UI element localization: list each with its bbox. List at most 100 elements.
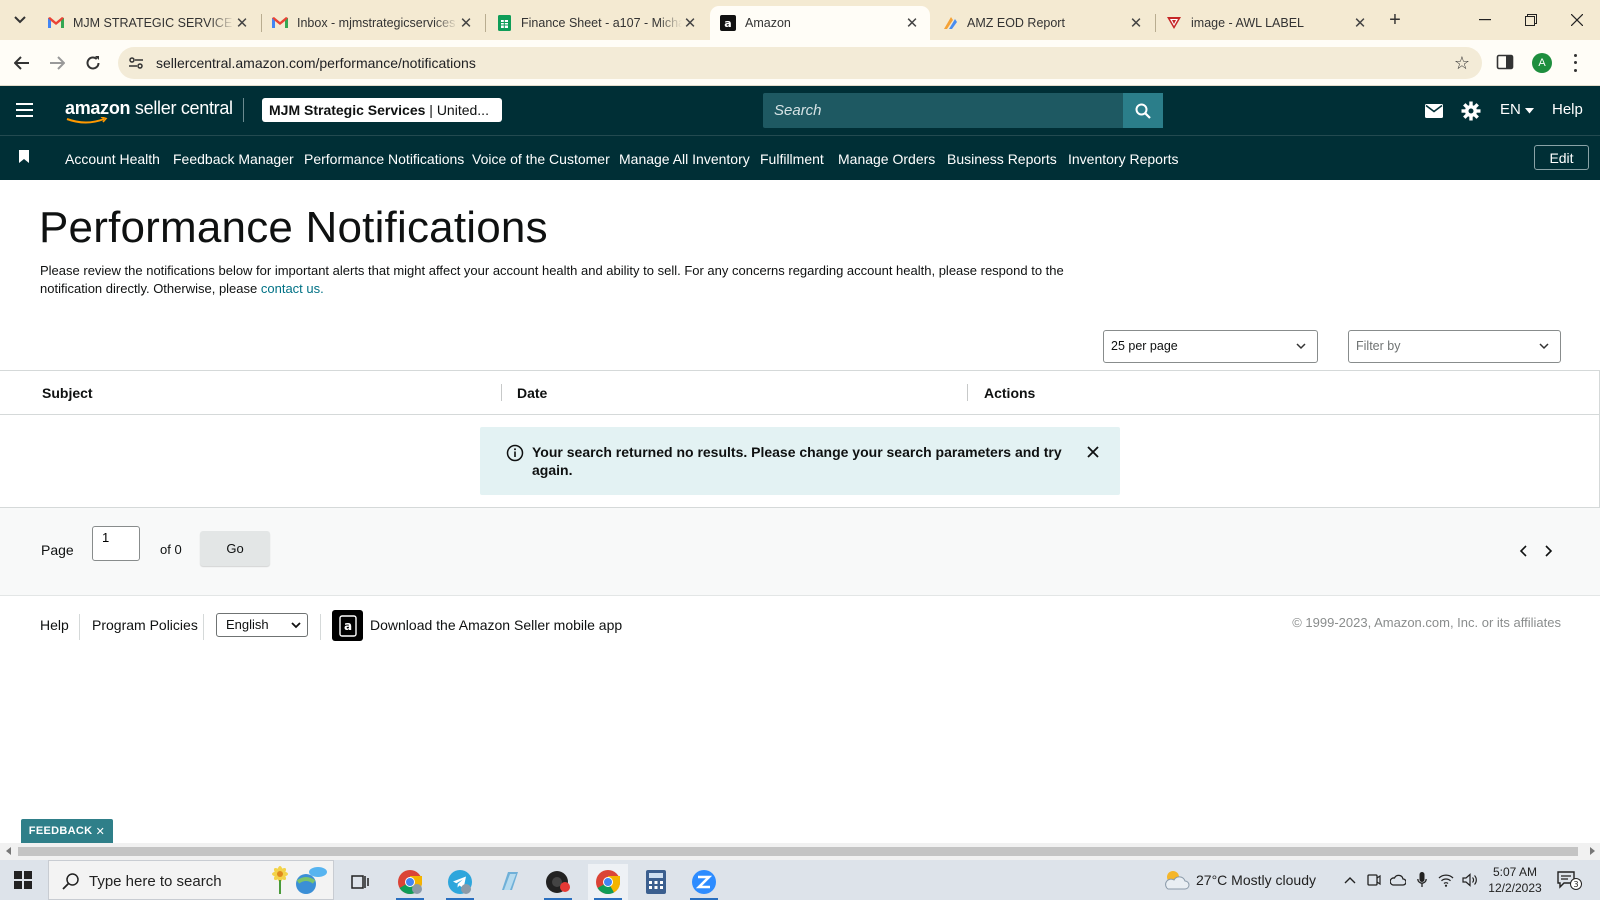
notification-count: 3	[1573, 880, 1578, 889]
browser-tab[interactable]: Inbox - mjmstrategicservices ✕	[262, 6, 484, 40]
reload-icon[interactable]	[80, 50, 106, 76]
nav-voice-of-the-customer[interactable]: Voice of the Customer	[472, 151, 610, 167]
footer-help-link[interactable]: Help	[40, 617, 69, 633]
edit-bookmarks-button[interactable]: Edit	[1534, 145, 1589, 170]
browser-tab[interactable]: AMZ EOD Report ✕	[932, 6, 1154, 40]
nav-business-reports[interactable]: Business Reports	[947, 151, 1057, 167]
restore-icon[interactable]	[1508, 8, 1554, 32]
close-icon[interactable]: ✕	[234, 15, 250, 32]
close-icon[interactable]: ✕	[682, 15, 698, 32]
tab-search-chevron-icon[interactable]	[8, 8, 32, 32]
header-search-input[interactable]	[763, 93, 1123, 128]
nav-manage-orders[interactable]: Manage Orders	[838, 151, 935, 167]
download-app-link[interactable]: Download the Amazon Seller mobile app	[370, 617, 622, 633]
language-label: EN	[1500, 101, 1521, 118]
chrome-icon[interactable]	[390, 864, 430, 900]
back-arrow-icon[interactable]	[9, 50, 35, 76]
filter-by-select[interactable]: Filter by	[1348, 330, 1561, 363]
address-bar[interactable]: sellercentral.amazon.com/performance/not…	[118, 47, 1482, 79]
close-icon[interactable]: ✕	[458, 15, 474, 32]
close-icon[interactable]: ✕	[96, 825, 106, 838]
account-region: | United...	[425, 102, 489, 118]
contact-us-link[interactable]: contact us.	[261, 281, 324, 296]
wifi-icon[interactable]	[1438, 872, 1454, 888]
browser-tab[interactable]: Finance Sheet - a107 - Michael ✕	[486, 6, 708, 40]
chrome-active-icon[interactable]	[588, 864, 628, 900]
cloud-sync-icon[interactable]	[1390, 872, 1406, 888]
recorder-icon[interactable]	[538, 864, 578, 900]
footer-divider	[320, 614, 321, 640]
forward-arrow-icon[interactable]	[44, 50, 70, 76]
column-divider	[967, 384, 968, 401]
microphone-icon[interactable]	[1414, 872, 1430, 888]
copyright-text: © 1999-2023, Amazon.com, Inc. or its aff…	[1292, 615, 1561, 630]
volume-icon[interactable]	[1462, 872, 1478, 888]
notifications-icon[interactable]: 3	[1556, 870, 1582, 890]
nav-fulfillment[interactable]: Fulfillment	[760, 151, 824, 167]
scrollbar-thumb[interactable]	[18, 847, 1578, 856]
browser-tab-strip: MJM STRATEGIC SERVICES has ✕ Inbox - mjm…	[0, 0, 1600, 40]
telegram-icon[interactable]	[440, 864, 480, 900]
chevron-right-icon[interactable]	[1541, 544, 1555, 558]
scroll-left-icon[interactable]	[5, 847, 13, 855]
search-icon[interactable]	[1123, 93, 1163, 128]
amazon-app-icon[interactable]: a	[332, 610, 363, 641]
horizontal-scrollbar[interactable]	[0, 843, 1600, 860]
scroll-right-icon[interactable]	[1588, 847, 1596, 855]
footer-language-select[interactable]: English	[216, 613, 308, 637]
cloudy-weather-icon[interactable]	[1162, 868, 1190, 892]
system-clock[interactable]: 5:07 AM 12/2/2023	[1484, 864, 1546, 896]
hamburger-menu-icon[interactable]	[16, 103, 33, 117]
browser-tab[interactable]: image - AWL LABEL ✕	[1156, 6, 1378, 40]
nav-performance-notifications[interactable]: Performance Notifications	[304, 151, 464, 167]
nav-inventory-reports[interactable]: Inventory Reports	[1068, 151, 1179, 167]
calculator-icon[interactable]	[636, 864, 676, 900]
go-button[interactable]: Go	[200, 531, 270, 566]
chevron-up-icon[interactable]	[1342, 872, 1358, 888]
site-settings-icon[interactable]	[128, 55, 144, 71]
language-switcher[interactable]: EN	[1500, 101, 1535, 118]
more-menu-icon[interactable]	[1570, 52, 1580, 74]
windows-start-icon[interactable]	[14, 871, 32, 889]
column-header-date[interactable]: Date	[517, 371, 547, 414]
weather-text[interactable]: 27°C Mostly cloudy	[1196, 872, 1316, 888]
bookmark-star-icon[interactable]: ☆	[1454, 53, 1470, 74]
feedback-tab[interactable]: FEEDBACK ✕	[21, 819, 113, 843]
windows-taskbar: Type here to search 27°C Mostly cloudy 5…	[0, 860, 1600, 900]
url-text: sellercentral.amazon.com/performance/not…	[156, 55, 476, 71]
browser-tab[interactable]: MJM STRATEGIC SERVICES has ✕	[38, 6, 260, 40]
new-tab-button[interactable]: +	[1381, 8, 1409, 32]
seller-central-logo[interactable]: amazon seller central	[65, 98, 233, 119]
meet-icon[interactable]	[1366, 872, 1382, 888]
profile-avatar[interactable]: A	[1532, 53, 1552, 73]
page-number-input[interactable]	[92, 526, 140, 561]
chevron-left-icon[interactable]	[1517, 544, 1531, 558]
close-icon[interactable]: ✕	[1128, 15, 1144, 32]
help-link[interactable]: Help	[1552, 101, 1583, 118]
browser-tab-active[interactable]: a Amazon ✕	[710, 6, 930, 40]
search-highlight-icon	[272, 866, 327, 894]
side-panel-icon[interactable]	[1496, 53, 1514, 71]
close-icon[interactable]: ✕	[904, 15, 920, 32]
zoom-icon[interactable]	[684, 864, 724, 900]
task-view-icon[interactable]	[340, 864, 380, 900]
nav-feedback-manager[interactable]: Feedback Manager	[173, 151, 294, 167]
logo-bold: amazon	[65, 98, 131, 118]
per-page-select[interactable]: 25 per page	[1103, 330, 1318, 363]
notepad-icon[interactable]	[490, 864, 530, 900]
close-icon[interactable]: ✕	[1352, 15, 1368, 32]
nav-manage-all-inventory[interactable]: Manage All Inventory	[619, 151, 750, 167]
account-switcher[interactable]: MJM Strategic Services | United...	[262, 98, 502, 122]
close-icon[interactable]	[1084, 443, 1102, 461]
minimize-icon[interactable]	[1462, 8, 1508, 32]
mail-icon[interactable]	[1423, 100, 1445, 122]
chevron-down-icon	[1296, 343, 1306, 350]
close-window-icon[interactable]	[1554, 8, 1600, 32]
gear-icon[interactable]	[1460, 100, 1482, 122]
program-policies-link[interactable]: Program Policies	[92, 617, 198, 633]
header-search	[763, 93, 1163, 128]
feedback-label: FEEDBACK	[28, 825, 93, 837]
nav-account-health[interactable]: Account Health	[65, 151, 160, 167]
bookmark-icon[interactable]	[19, 150, 29, 163]
column-header-subject[interactable]: Subject	[42, 371, 93, 414]
